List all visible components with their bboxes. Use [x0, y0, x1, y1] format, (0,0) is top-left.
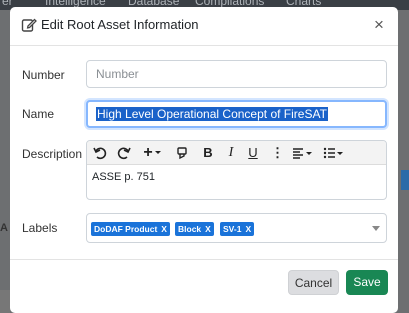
redo-icon[interactable] — [117, 144, 131, 162]
editor-toolbar: + B I U ⋮ — [87, 141, 386, 165]
edit-root-asset-modal: Edit Root Asset Information × Number Num… — [10, 7, 398, 313]
labels-label: Labels — [22, 221, 58, 235]
label-tag-text: Block — [178, 224, 202, 234]
close-button[interactable]: × — [370, 14, 388, 36]
underline-button[interactable]: U — [247, 144, 259, 162]
number-label: Number — [22, 68, 65, 82]
more-options-icon[interactable]: ⋮ — [271, 144, 284, 162]
remove-tag-button[interactable]: X — [205, 224, 211, 234]
edit-icon — [21, 17, 37, 33]
save-button[interactable]: Save — [346, 270, 388, 295]
label-tag: DoDAF Product X — [91, 222, 170, 236]
description-text: ASSE p. 751 — [92, 171, 155, 183]
label-tag: Block X — [175, 222, 214, 236]
remove-tag-button[interactable]: X — [245, 224, 251, 234]
chevron-down-icon[interactable] — [372, 226, 380, 231]
undo-icon[interactable] — [93, 144, 107, 162]
list-icon[interactable] — [323, 144, 343, 162]
italic-button[interactable]: I — [225, 144, 237, 162]
chevron-down-icon[interactable] — [155, 144, 161, 162]
label-tag-text: DoDAF Product — [94, 224, 158, 234]
label-tag-text: SV-1 — [223, 224, 242, 234]
description-editor[interactable]: + B I U ⋮ ASSE p. 751 — [86, 140, 387, 200]
bg-left-fragment: A — [0, 222, 8, 234]
name-input-value: High Level Operational Concept of FireSA… — [96, 107, 328, 121]
bg-bottom-left — [0, 290, 10, 313]
highlighter-icon[interactable] — [175, 144, 189, 162]
align-left-icon[interactable] — [292, 144, 312, 162]
cancel-button[interactable]: Cancel — [288, 270, 339, 295]
bg-right-fragment — [401, 170, 409, 190]
bold-button[interactable]: B — [202, 144, 214, 162]
modal-title: Edit Root Asset Information — [41, 17, 199, 32]
name-input[interactable]: High Level Operational Concept of FireSA… — [86, 100, 387, 128]
name-label: Name — [22, 107, 55, 121]
label-tag: SV-1 X — [220, 222, 255, 236]
modal-header: Edit Root Asset Information × — [10, 7, 398, 46]
description-label: Description — [22, 147, 83, 161]
insert-plus-icon[interactable]: + — [141, 144, 155, 162]
number-input[interactable]: Number — [86, 60, 387, 88]
modal-footer-divider — [10, 259, 398, 260]
labels-select[interactable]: DoDAF Product X Block X SV-1 X — [86, 213, 387, 243]
remove-tag-button[interactable]: X — [161, 224, 167, 234]
